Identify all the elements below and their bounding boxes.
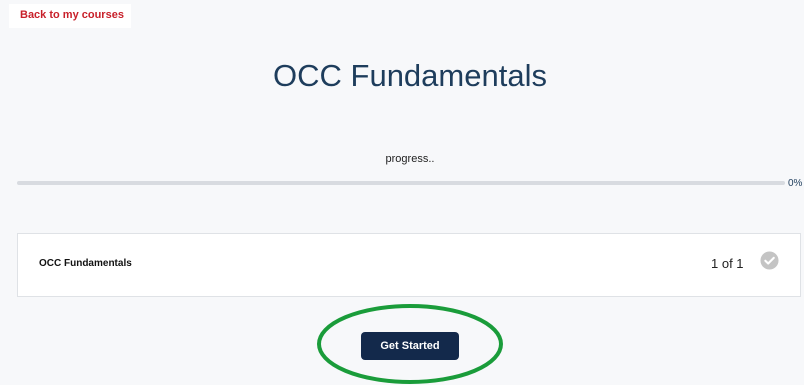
module-count: 1 of 1 [711,256,744,271]
check-circle-icon [760,251,779,270]
back-to-courses-link[interactable]: Back to my courses [20,9,124,21]
module-name: OCC Fundamentals [39,258,132,269]
progress-bar [17,181,785,185]
progress-percent: 0% [788,178,803,189]
course-title: OCC Fundamentals [273,58,547,93]
course-page: Back to my courses OCC Fundamentals prog… [0,0,804,385]
module-card[interactable]: OCC Fundamentals 1 of 1 [17,233,801,297]
progress-label: progress.. [385,153,435,165]
get-started-button[interactable]: Get Started [361,332,459,360]
back-link-container: Back to my courses [9,4,131,28]
